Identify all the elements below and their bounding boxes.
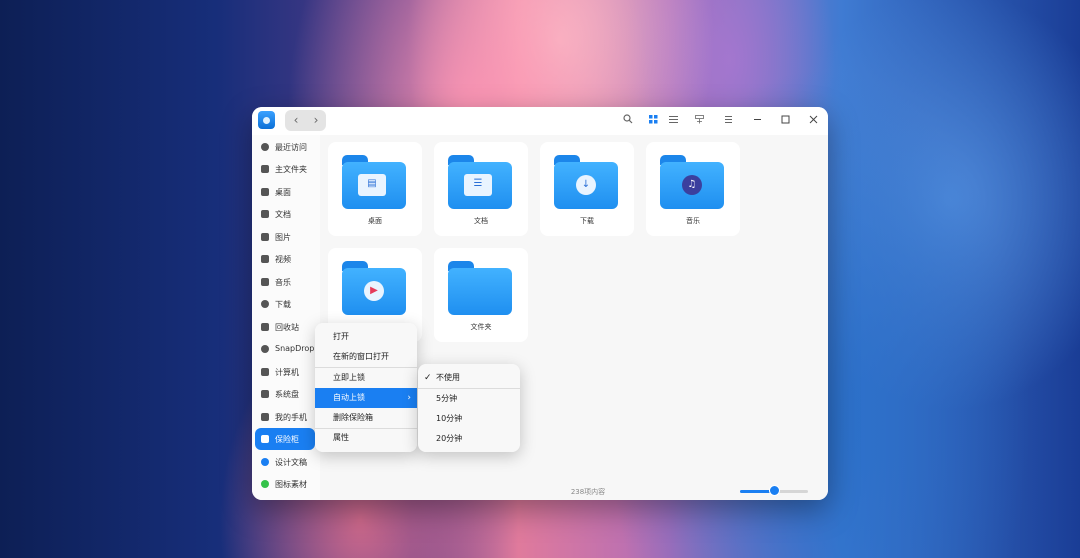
snapdrop-icon bbox=[261, 345, 269, 353]
sidebar-item-label: 主文件夹 bbox=[275, 165, 307, 174]
file-item[interactable]: ♫ 音乐 bbox=[646, 142, 740, 236]
forward-button[interactable]: › bbox=[307, 112, 325, 129]
file-item[interactable]: ↓ 下载 bbox=[540, 142, 634, 236]
music-folder-icon: ♫ bbox=[660, 155, 724, 209]
sidebar-item-label: 音乐 bbox=[275, 278, 291, 287]
sidebar-item-label: 计算机 bbox=[275, 368, 299, 377]
icon-view-icon[interactable] bbox=[645, 113, 661, 129]
music-icon bbox=[261, 278, 269, 286]
menu-item-delete-vault[interactable]: 删除保险箱 bbox=[315, 408, 417, 428]
minimize-icon[interactable] bbox=[749, 113, 765, 129]
desktop-folder-icon: ▤ bbox=[342, 155, 406, 209]
download-icon bbox=[261, 300, 269, 308]
file-label: 文件夹 bbox=[470, 323, 492, 331]
check-icon: ✓ bbox=[424, 373, 432, 383]
sidebar-item-computer[interactable]: 计算机 bbox=[255, 361, 315, 383]
trash-icon bbox=[261, 323, 269, 331]
submenu-item-20min[interactable]: 20分钟 bbox=[418, 429, 520, 449]
menu-item-open[interactable]: 打开 bbox=[315, 327, 417, 347]
sidebar-item-label: 文档 bbox=[275, 210, 291, 219]
sidebar-item-desktop[interactable]: 桌面 bbox=[255, 181, 315, 203]
tag-green-icon bbox=[261, 480, 269, 488]
sidebar-item-label: 图片 bbox=[275, 233, 291, 242]
zoom-slider[interactable] bbox=[740, 485, 808, 496]
file-label: 下载 bbox=[580, 217, 594, 225]
status-bar: 238项内容 bbox=[320, 481, 828, 500]
zoom-slider-handle[interactable] bbox=[769, 485, 780, 496]
disk-icon bbox=[261, 390, 269, 398]
sidebar-item-label: 保险柜 bbox=[275, 435, 299, 444]
home-icon bbox=[261, 165, 269, 173]
videos-folder-icon: ▶ bbox=[342, 261, 406, 315]
computer-icon bbox=[261, 368, 269, 376]
sidebar-item-music[interactable]: 音乐 bbox=[255, 271, 315, 293]
sidebar-item-downloads[interactable]: 下载 bbox=[255, 293, 315, 315]
chevron-right-icon: › bbox=[407, 393, 411, 403]
filter-icon[interactable] bbox=[691, 113, 707, 129]
menu-item-lock-now[interactable]: 立即上锁 bbox=[315, 368, 417, 388]
sidebar-item-label: 我的手机 bbox=[275, 413, 307, 422]
tag-blue-icon bbox=[261, 458, 269, 466]
menu-item-open-new-window[interactable]: 在新的窗口打开 bbox=[315, 347, 417, 367]
phone-icon bbox=[261, 413, 269, 421]
context-menu: 打开 在新的窗口打开 立即上锁 自动上锁 › 删除保险箱 属性 bbox=[315, 323, 417, 452]
folder-icon bbox=[448, 261, 512, 315]
sidebar-item-documents[interactable]: 文档 bbox=[255, 203, 315, 225]
sidebar-item-label: 回收站 bbox=[275, 323, 299, 332]
vault-app-icon bbox=[258, 111, 275, 129]
file-label: 文档 bbox=[474, 217, 488, 225]
sidebar-item-label: 下载 bbox=[275, 300, 291, 309]
sidebar-item-home[interactable]: 主文件夹 bbox=[255, 158, 315, 180]
menu-item-properties[interactable]: 属性 bbox=[315, 428, 417, 448]
sidebar-item-label: 视频 bbox=[275, 255, 291, 264]
sidebar-item-label: 最近访问 bbox=[275, 143, 307, 152]
file-label: 桌面 bbox=[368, 217, 382, 225]
submenu-item-10min[interactable]: 10分钟 bbox=[418, 409, 520, 429]
video-icon bbox=[261, 255, 269, 263]
sidebar-item-trash[interactable]: 回收站 bbox=[255, 316, 315, 338]
submenu-item-never[interactable]: ✓ 不使用 bbox=[418, 368, 520, 388]
vault-icon bbox=[261, 435, 269, 443]
file-item[interactable]: 文件夹 bbox=[434, 248, 528, 342]
documents-folder-icon: ☰ bbox=[448, 155, 512, 209]
sidebar-item-label: 设计文稿 bbox=[275, 458, 307, 467]
auto-lock-submenu: ✓ 不使用 5分钟 10分钟 20分钟 bbox=[418, 364, 520, 452]
sidebar: 最近访问 主文件夹 桌面 文档 图片 视频 音乐 下载 回收站 SnapDrop… bbox=[252, 135, 320, 500]
desktop-icon bbox=[261, 188, 269, 196]
sidebar-item-recent[interactable]: 最近访问 bbox=[255, 136, 315, 158]
sidebar-item-vault[interactable]: 保险柜 bbox=[255, 428, 315, 450]
navigation-buttons: ‹ › bbox=[285, 110, 326, 131]
sidebar-item-design-docs[interactable]: 设计文稿 bbox=[255, 451, 315, 473]
sidebar-item-icon-assets[interactable]: 图标素材 bbox=[255, 473, 315, 495]
submenu-item-5min[interactable]: 5分钟 bbox=[418, 389, 520, 409]
titlebar: ‹ › bbox=[252, 107, 828, 135]
maximize-icon[interactable] bbox=[777, 113, 793, 129]
document-icon bbox=[261, 210, 269, 218]
sidebar-item-system-disk[interactable]: 系统盘 bbox=[255, 383, 315, 405]
file-label: 音乐 bbox=[686, 217, 700, 225]
menu-item-label: 自动上锁 bbox=[333, 393, 365, 402]
clock-icon bbox=[261, 143, 269, 151]
sidebar-item-label: 系统盘 bbox=[275, 390, 299, 399]
sidebar-item-videos[interactable]: 视频 bbox=[255, 248, 315, 270]
file-item[interactable]: ☰ 文档 bbox=[434, 142, 528, 236]
back-button[interactable]: ‹ bbox=[287, 112, 305, 129]
sidebar-item-snapdrop[interactable]: SnapDrop bbox=[255, 338, 315, 360]
file-item[interactable]: ▤ 桌面 bbox=[328, 142, 422, 236]
list-view-icon[interactable] bbox=[665, 113, 681, 129]
sidebar-item-pictures[interactable]: 图片 bbox=[255, 226, 315, 248]
close-icon[interactable] bbox=[805, 113, 821, 129]
sidebar-item-label: SnapDrop bbox=[275, 344, 315, 353]
menu-item-auto-lock[interactable]: 自动上锁 › bbox=[315, 388, 417, 408]
picture-icon bbox=[261, 233, 269, 241]
search-icon[interactable] bbox=[620, 113, 636, 129]
submenu-item-label: 不使用 bbox=[436, 373, 460, 382]
sidebar-item-label: 桌面 bbox=[275, 188, 291, 197]
sidebar-item-phone[interactable]: 我的手机 bbox=[255, 406, 315, 428]
downloads-folder-icon: ↓ bbox=[554, 155, 618, 209]
menu-icon[interactable] bbox=[720, 113, 736, 129]
sidebar-item-label: 图标素材 bbox=[275, 480, 307, 489]
